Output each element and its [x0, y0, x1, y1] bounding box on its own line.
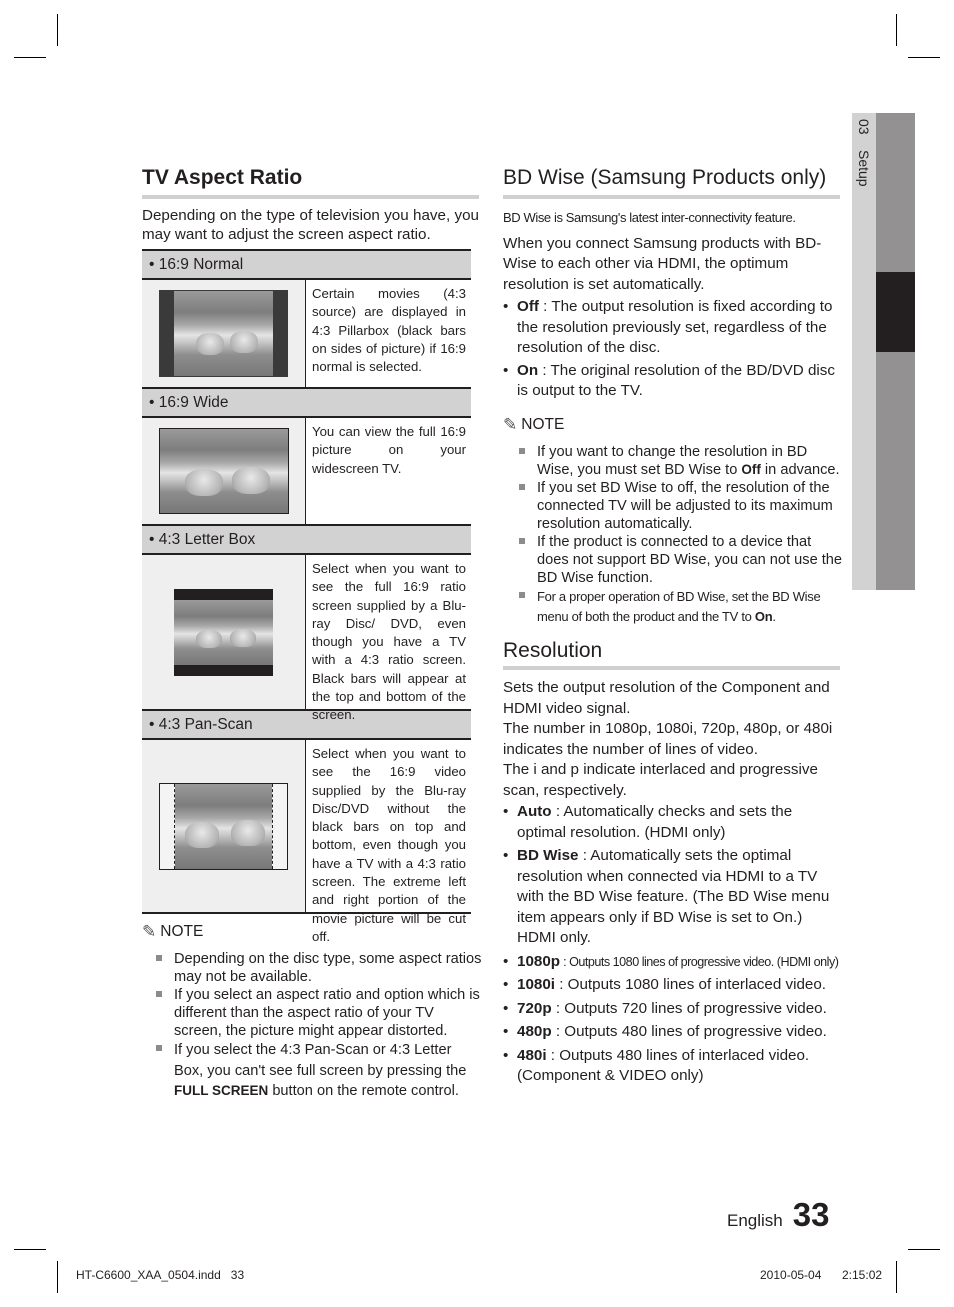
option-row: You can view the full 16:9 picture on yo…: [142, 418, 471, 524]
pan-scan-picture: [159, 782, 288, 870]
option-image-cell: [142, 740, 306, 912]
option-term: 480p: [517, 1023, 552, 1040]
crop-mark: [14, 1249, 46, 1250]
print-time: 2:15:02: [842, 1268, 883, 1282]
option-description: You can view the full 16:9 picture on yo…: [306, 418, 471, 524]
option-row: Certain movies (4:3 source) are displaye…: [142, 280, 471, 387]
pencil-icon: ✎: [142, 922, 157, 941]
title-underline: [503, 666, 840, 670]
resolution-section: Resolution Sets the output resolution of…: [503, 639, 843, 1087]
option-term: 1080p: [517, 952, 561, 970]
section-title: Resolution: [503, 639, 603, 662]
note-item: If the product is connected to a device …: [517, 533, 843, 587]
option-header: • 16:9 Normal: [142, 249, 471, 280]
section-intro: Depending on the type of television you …: [142, 207, 479, 243]
bd-wise-note: ✎ NOTE If you want to change the resolut…: [503, 415, 843, 627]
note-item: If you select the 4:3 Pan-Scan or 4:3 Le…: [154, 1040, 482, 1102]
option-image-cell: [142, 418, 306, 524]
note-item: If you set BD Wise to off, the resolutio…: [517, 479, 843, 533]
aspect-ratio-note: ✎ NOTE Depending on the disc type, some …: [142, 922, 482, 1102]
section-intro: When you connect Samsung products with B…: [503, 234, 822, 293]
option-term: 480i: [517, 1046, 547, 1064]
title-underline: [142, 195, 479, 199]
crop-mark: [896, 1261, 897, 1293]
resolution-option: 480p : Outputs 480 lines of progressive …: [503, 1022, 843, 1043]
option-term: Auto: [517, 803, 552, 820]
option-description: Certain movies (4:3 source) are displaye…: [306, 280, 471, 387]
option-image-cell: [142, 280, 306, 387]
option-row: Select when you want to see the full 16:…: [142, 555, 471, 722]
page-footer: English 33: [727, 1196, 829, 1234]
option-term: BD Wise: [517, 847, 579, 864]
print-file-name: HT-C6600_XAA_0504.indd 33: [76, 1268, 245, 1282]
note-item: If you want to change the resolution in …: [517, 443, 843, 479]
language-label: English: [727, 1211, 783, 1230]
widescreen-picture: [158, 428, 289, 514]
note-label: NOTE: [160, 923, 204, 940]
resolution-intro: The number in 1080p, 1080i, 720p, 480p, …: [503, 720, 833, 758]
option-label: 16:9 Normal: [158, 256, 244, 273]
option-header: • 16:9 Wide: [142, 387, 471, 418]
option-header: • 4:3 Pan-Scan: [142, 709, 471, 740]
chapter-tab: 03 Setup: [852, 113, 915, 590]
crop-mark: [908, 1249, 940, 1250]
crop-mark: [14, 57, 46, 58]
section-title: BD Wise (Samsung Products only): [503, 166, 827, 189]
letterbox-picture: [174, 588, 273, 676]
resolution-intro: The i and p indicate interlaced and prog…: [503, 761, 818, 799]
full-screen-button-label: FULL SCREEN: [174, 1083, 269, 1098]
chapter-title: Setup: [856, 150, 872, 188]
resolution-option: 1080p : Outputs 1080 lines of progressiv…: [503, 952, 843, 973]
option-term: On: [517, 361, 539, 379]
pillarbox-picture: [159, 290, 288, 377]
crop-mark: [896, 14, 897, 46]
title-underline: [503, 195, 840, 199]
pencil-icon: ✎: [503, 415, 518, 434]
aspect-ratio-table: • 16:9 Normal Certain movies (4:3 source…: [142, 249, 471, 944]
option-description: Select when you want to see the full 16:…: [306, 555, 471, 722]
chapter-number: 03: [856, 119, 872, 135]
crop-mark: [57, 1261, 58, 1293]
note-label: NOTE: [521, 416, 565, 433]
resolution-option: 720p : Outputs 720 lines of progressive …: [503, 999, 843, 1020]
option-label: 4:3 Pan-Scan: [158, 716, 253, 733]
resolution-option: Auto : Automatically checks and sets the…: [503, 802, 843, 843]
note-heading: ✎ NOTE: [142, 922, 482, 942]
option-term: 1080i: [517, 976, 556, 993]
resolution-option: 480i : Outputs 480 lines of interlaced v…: [503, 1046, 843, 1087]
note-item: Depending on the disc type, some aspect …: [154, 950, 482, 986]
note-item: For a proper operation of BD Wise, set t…: [517, 587, 843, 627]
option-description: Select when you want to see the 16:9 vid…: [306, 740, 471, 944]
chapter-label: 03 Setup: [856, 119, 872, 199]
option-label: 16:9 Wide: [158, 394, 229, 411]
resolution-intro: Sets the output resolution of the Compon…: [503, 679, 830, 717]
option-row: Select when you want to see the 16:9 vid…: [142, 740, 471, 944]
chapter-tab-marker: [876, 272, 915, 352]
bd-wise-option: Off : The output resolution is fixed acc…: [503, 297, 840, 359]
resolution-option: 1080i : Outputs 1080 lines of interlaced…: [503, 975, 843, 996]
page-number: 33: [792, 1196, 830, 1233]
note-item: If you select an aspect ratio and option…: [154, 986, 482, 1040]
section-subtitle: BD Wise is Samsung's latest inter-connec…: [503, 210, 796, 225]
crop-mark: [908, 57, 940, 58]
option-term: Off: [517, 298, 539, 315]
option-label: 4:3 Letter Box: [158, 531, 256, 548]
section-title: TV Aspect Ratio: [142, 166, 303, 189]
option-image-cell: [142, 555, 306, 709]
resolution-option: BD Wise : Automatically sets the optimal…: [503, 846, 843, 949]
option-term: 720p: [517, 999, 552, 1017]
tv-aspect-ratio-section: TV Aspect Ratio Depending on the type of…: [142, 166, 479, 244]
bd-wise-option: On : The original resolution of the BD/D…: [503, 361, 840, 402]
bd-wise-section: BD Wise (Samsung Products only) BD Wise …: [503, 166, 840, 402]
note-heading: ✎ NOTE: [503, 415, 843, 435]
crop-mark: [57, 14, 58, 46]
option-header: • 4:3 Letter Box: [142, 524, 471, 555]
print-date: 2010-05-04: [760, 1268, 822, 1282]
